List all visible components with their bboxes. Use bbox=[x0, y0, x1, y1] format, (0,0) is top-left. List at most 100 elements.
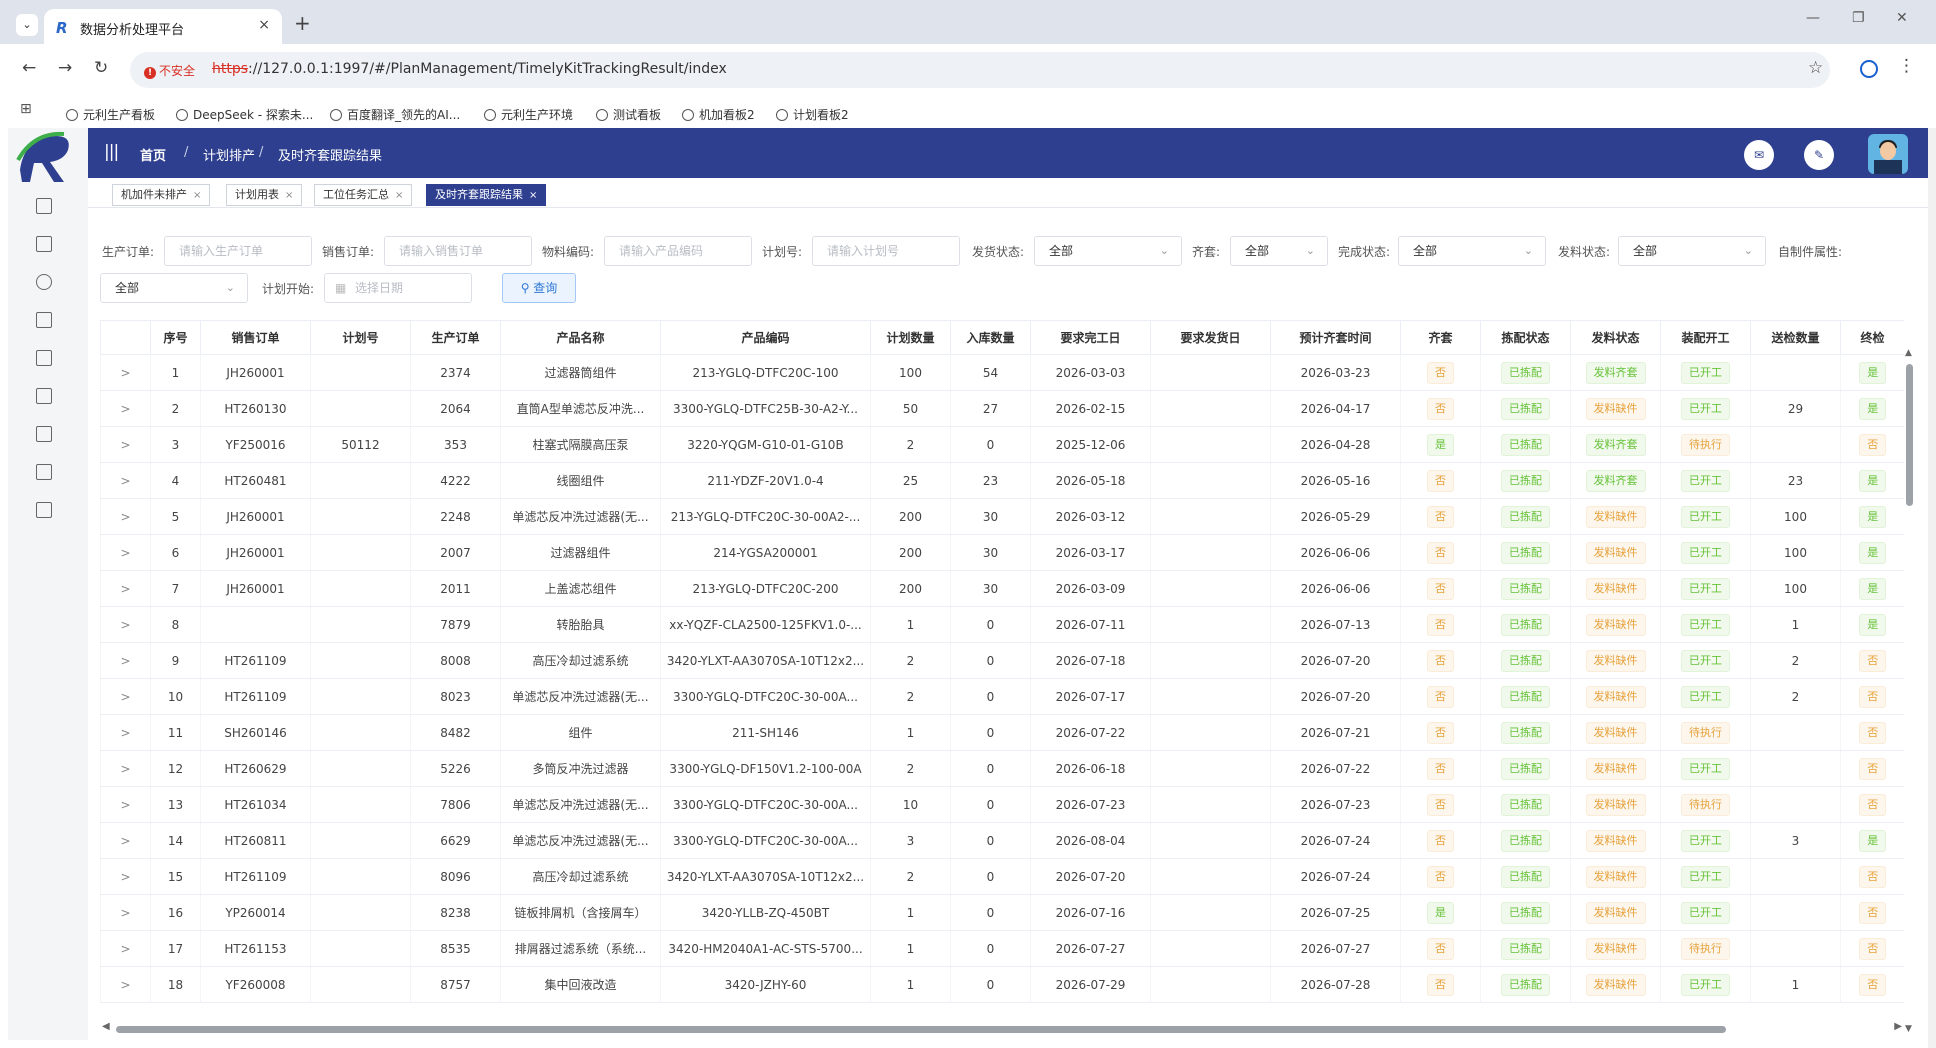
profile-icon[interactable] bbox=[1860, 60, 1878, 78]
tag-view-item[interactable]: 机加件未排产 × bbox=[112, 184, 211, 206]
table-row[interactable]: >5 JH260001 2248 单滤芯反冲洗过滤器(无... 213-YGLQ-DTF… bbox=[100, 498, 1904, 535]
table-row[interactable]: >8 7879 转胎胎具 xx-YQZF-CLA2500-125FKV1.0-... 1… bbox=[100, 606, 1904, 643]
scroll-down-icon[interactable]: ▼ bbox=[1905, 1024, 1912, 1034]
browser-tab-close-icon[interactable]: × bbox=[258, 17, 270, 33]
not-secure-badge[interactable]: ! 不安全 bbox=[144, 62, 195, 79]
table-row[interactable]: >16 YP260014 8238 链板排屑机（含接屑车） 3420-YLLB-ZQ-4… bbox=[100, 894, 1904, 931]
sidebar-item-user-icon[interactable] bbox=[36, 350, 52, 366]
material-code-input[interactable]: 请输入产品编码 bbox=[604, 236, 752, 266]
sidebar-item-list-icon[interactable] bbox=[36, 426, 52, 442]
table-row[interactable]: >4 HT260481 4222 线圈组件 211-YDZF-20V1.0-4 25 23 2… bbox=[100, 462, 1904, 499]
expand-row-chevron-icon[interactable]: > bbox=[100, 750, 151, 787]
table-row[interactable]: >12 HT260629 5226 多筒反冲洗过滤器 3300-YGLQ-DF150V1… bbox=[100, 750, 1904, 787]
self-made-select[interactable]: 全部 ⌄ bbox=[100, 273, 248, 303]
table-row[interactable]: >2 HT260130 2064 直筒A型单滤芯反冲洗... 3300-YGLQ-DTF… bbox=[100, 390, 1904, 427]
table-row[interactable]: >11 SH260146 8482 组件 211-SH146 1 0 2026-07-22 20… bbox=[100, 714, 1904, 751]
apps-grid-icon[interactable]: ⊞ bbox=[20, 101, 32, 117]
new-tab-button[interactable]: + bbox=[294, 11, 311, 35]
expand-row-chevron-icon[interactable]: > bbox=[100, 714, 151, 751]
expand-row-chevron-icon[interactable]: > bbox=[100, 678, 151, 715]
back-icon[interactable]: ← bbox=[22, 58, 36, 78]
reload-icon[interactable]: ↻ bbox=[94, 58, 108, 78]
expand-row-chevron-icon[interactable]: > bbox=[100, 498, 151, 535]
scroll-right-icon[interactable]: ▶ bbox=[1894, 1021, 1902, 1032]
complete-status-select[interactable]: 全部 ⌄ bbox=[1398, 236, 1546, 266]
bookmark-item[interactable]: 元利生产环境 bbox=[484, 106, 573, 123]
edit-icon[interactable]: ✎ bbox=[1804, 140, 1834, 170]
expand-row-chevron-icon[interactable]: > bbox=[100, 354, 151, 391]
menu-toggle-icon[interactable]: ||| bbox=[104, 142, 119, 162]
expand-row-chevron-icon[interactable]: > bbox=[100, 930, 151, 967]
expand-row-chevron-icon[interactable]: > bbox=[100, 534, 151, 571]
tag-close-icon[interactable]: × bbox=[285, 190, 293, 201]
mail-icon[interactable]: ✉ bbox=[1744, 140, 1774, 170]
scroll-up-icon[interactable]: ▲ bbox=[1905, 348, 1912, 358]
kit-select[interactable]: 全部 ⌄ bbox=[1230, 236, 1328, 266]
bookmark-item[interactable]: DeepSeek - 探索未... bbox=[176, 106, 313, 123]
sales-order-input[interactable]: 请输入销售订单 bbox=[384, 236, 532, 266]
bookmark-item[interactable]: 百度翻译_领先的AI... bbox=[330, 106, 460, 123]
ship-status-select[interactable]: 全部 ⌄ bbox=[1034, 236, 1182, 266]
plan-start-date-picker[interactable]: ▦ 选择日期 bbox=[324, 273, 472, 303]
window-close-icon[interactable]: ✕ bbox=[1896, 10, 1908, 26]
tag-view-item[interactable]: 计划用表 × bbox=[226, 184, 303, 206]
table-row[interactable]: >7 JH260001 2011 上盖滤芯组件 213-YGLQ-DTFC20C-200… bbox=[100, 570, 1904, 607]
table-row[interactable]: >14 HT260811 6629 单滤芯反冲洗过滤器(无... 3300-YGLQ-D… bbox=[100, 822, 1904, 859]
sidebar-item-tools-icon[interactable] bbox=[36, 274, 52, 290]
browser-tab-active[interactable]: R 数据分析处理平台 × bbox=[44, 9, 282, 44]
sidebar-item-calendar-icon[interactable] bbox=[36, 502, 52, 518]
scroll-left-icon[interactable]: ◀ bbox=[102, 1021, 110, 1032]
production-order-input[interactable]: 请输入生产订单 bbox=[164, 236, 312, 266]
scroll-thumb[interactable] bbox=[116, 1026, 1726, 1033]
tag-close-icon[interactable]: × bbox=[395, 190, 403, 201]
table-row[interactable]: >13 HT261034 7806 单滤芯反冲洗过滤器(无... 3300-YGLQ-D… bbox=[100, 786, 1904, 823]
expand-row-chevron-icon[interactable]: > bbox=[100, 786, 151, 823]
sidebar-item-screen-icon[interactable] bbox=[36, 464, 52, 480]
bookmark-item[interactable]: 机加看板2 bbox=[682, 106, 755, 123]
table-row[interactable]: >10 HT261109 8023 单滤芯反冲洗过滤器(无... 3300-YGLQ-D… bbox=[100, 678, 1904, 715]
expand-row-chevron-icon[interactable]: > bbox=[100, 462, 151, 499]
tag-close-icon[interactable]: × bbox=[193, 190, 201, 201]
expand-row-chevron-icon[interactable]: > bbox=[100, 894, 151, 931]
table-row[interactable]: >18 YF260008 8757 集中回液改造 3420-JZHY-60 1 0 2026-… bbox=[100, 966, 1904, 1003]
minimize-icon[interactable]: — bbox=[1806, 10, 1820, 26]
bookmark-item[interactable]: 元利生产看板 bbox=[66, 106, 155, 123]
expand-row-chevron-icon[interactable]: > bbox=[100, 822, 151, 859]
bookmark-item[interactable]: 计划看板2 bbox=[776, 106, 849, 123]
expand-row-chevron-icon[interactable]: > bbox=[100, 606, 151, 643]
sidebar-item-report-icon[interactable] bbox=[36, 312, 52, 328]
sidebar-item-monitor-icon[interactable] bbox=[36, 198, 52, 214]
breadcrumb-plan[interactable]: 计划排产 bbox=[203, 145, 255, 164]
scroll-thumb[interactable] bbox=[1906, 364, 1913, 506]
expand-row-chevron-icon[interactable]: > bbox=[100, 642, 151, 679]
expand-row-chevron-icon[interactable]: > bbox=[100, 966, 151, 1003]
table-row[interactable]: >1 JH260001 2374 过滤器筒组件 213-YGLQ-DTFC20C-100… bbox=[100, 354, 1904, 391]
expand-row-chevron-icon[interactable]: > bbox=[100, 570, 151, 607]
table-row[interactable]: >17 HT261153 8535 排屑器过滤系统（系统... 3420-HM2040A… bbox=[100, 930, 1904, 967]
forward-icon[interactable]: → bbox=[58, 58, 72, 78]
browser-menu-icon[interactable]: ⋮ bbox=[1898, 56, 1915, 76]
breadcrumb-home[interactable]: 首页 bbox=[140, 145, 166, 164]
vertical-scrollbar[interactable]: ▲ ▼ bbox=[1904, 348, 1914, 1034]
bookmark-item[interactable]: 测试看板 bbox=[596, 106, 661, 123]
tag-view-item[interactable]: 工位任务汇总 × bbox=[314, 184, 413, 206]
table-row[interactable]: >6 JH260001 2007 过滤器组件 214-YGSA200001 200 30 20… bbox=[100, 534, 1904, 571]
issue-status-select[interactable]: 全部 ⌄ bbox=[1618, 236, 1766, 266]
expand-row-chevron-icon[interactable]: > bbox=[100, 858, 151, 895]
expand-row-chevron-icon[interactable]: > bbox=[100, 426, 151, 463]
query-button[interactable]: ⚲ 查询 bbox=[502, 273, 576, 303]
tag-view-item-active[interactable]: 及时齐套跟踪结果 × bbox=[426, 184, 547, 206]
table-row[interactable]: >3 YF250016 50112 353 柱塞式隔膜高压泵 3220-YQGM-G10-… bbox=[100, 426, 1904, 463]
plan-no-input[interactable]: 请输入计划号 bbox=[812, 236, 960, 266]
bookmark-star-icon[interactable]: ☆ bbox=[1808, 58, 1823, 78]
tab-list-dropdown-icon[interactable]: ⌄ bbox=[16, 14, 38, 36]
tag-close-icon[interactable]: × bbox=[529, 190, 537, 201]
expand-row-chevron-icon[interactable]: > bbox=[100, 390, 151, 427]
sidebar-item-document-icon[interactable] bbox=[36, 236, 52, 252]
url-field[interactable]: ! 不安全 https://127.0.0.1:1997/#/PlanManage… bbox=[130, 52, 1830, 88]
restore-icon[interactable]: ❐ bbox=[1852, 10, 1865, 26]
horizontal-scrollbar[interactable]: ◀ ▶ bbox=[100, 1021, 1904, 1034]
avatar[interactable] bbox=[1868, 134, 1908, 174]
table-row[interactable]: >15 HT261109 8096 高压冷却过滤系统 3420-YLXT-AA3070S… bbox=[100, 858, 1904, 895]
table-row[interactable]: >9 HT261109 8008 高压冷却过滤系统 3420-YLXT-AA3070SA… bbox=[100, 642, 1904, 679]
